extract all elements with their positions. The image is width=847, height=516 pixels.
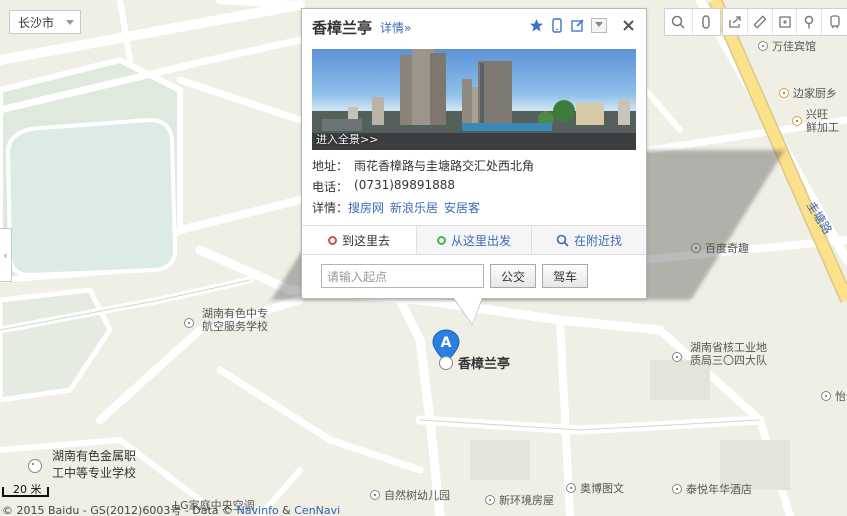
water-green-area xyxy=(5,117,178,278)
drive-button[interactable]: 驾车 xyxy=(542,264,588,288)
ruler-icon xyxy=(753,15,767,29)
panorama-thumbnail[interactable]: 进入全景>> xyxy=(312,49,636,150)
building-icon xyxy=(439,355,453,370)
traffic-light-icon xyxy=(702,15,710,29)
subway-icon xyxy=(830,15,840,29)
marker-place-label[interactable]: 香樟兰亭 xyxy=(439,353,510,372)
popup-header: 香樟兰亭 详情» xyxy=(312,15,636,39)
chevron-left-icon: ‹ xyxy=(3,248,8,262)
poi-kindergarten[interactable]: 自然树幼儿园 xyxy=(370,487,450,503)
scale-label: 20 米 xyxy=(13,483,42,496)
house-icon xyxy=(485,495,495,505)
crop-icon xyxy=(778,16,791,28)
hotel-icon xyxy=(672,484,682,494)
marker-letter: A xyxy=(441,335,452,351)
poi-icon xyxy=(758,41,768,51)
poi-bianjia-kitchen[interactable]: 边家厨乡 xyxy=(779,85,837,101)
red-circle-icon xyxy=(327,235,337,245)
address-row: 地址： 雨花香樟路与圭塘路交汇处西北角 xyxy=(312,159,535,173)
search-icon xyxy=(556,234,569,247)
cennavi-link[interactable]: CenNavi xyxy=(294,504,340,516)
bus-button[interactable]: 公交 xyxy=(490,264,536,288)
poi-nonferrous-school[interactable]: 湖南有色金属职 工中等专业学校 xyxy=(28,448,136,482)
detail-source-link[interactable]: 安居客 xyxy=(444,199,480,216)
screenshot-tool[interactable] xyxy=(773,9,798,35)
chevron-down-icon xyxy=(66,20,74,25)
copyright-notice: © 2015 Baidu - GS(2012)6003号 - Data © Na… xyxy=(2,504,341,516)
poi-aviation-school[interactable]: 湖南有色中专 航空服务学校 xyxy=(184,307,268,333)
tab-go-here[interactable]: 到这里去 xyxy=(302,226,417,254)
popup-actions xyxy=(528,17,636,33)
dropdown-chevron-icon[interactable] xyxy=(591,17,607,33)
tab-search-nearby[interactable]: 在附近找 xyxy=(532,226,646,254)
poi-xinhuanjing[interactable]: 新环境房屋 xyxy=(485,492,554,508)
details-row: 详情： 搜房网 新浪乐居 安居客 xyxy=(312,199,481,216)
marker-tool[interactable] xyxy=(797,9,823,35)
map-toolbar-right xyxy=(722,8,847,36)
navinfo-link[interactable]: Navinfo xyxy=(237,504,279,516)
edit-icon[interactable] xyxy=(570,17,586,33)
poi-xingwang[interactable]: 兴旺 鲜加工 xyxy=(792,108,839,134)
poi-wanjia-hotel[interactable]: 万佳宾馆 xyxy=(758,38,816,54)
poi-nuclear-geology-team[interactable]: 湖南省核工业地 质局三〇四大队 xyxy=(672,341,767,367)
enter-panorama-link[interactable]: 进入全景>> xyxy=(316,131,378,147)
send-to-phone-icon[interactable] xyxy=(549,17,565,33)
place-title: 香樟兰亭 xyxy=(312,18,373,37)
detail-source-link[interactable]: 搜房网 xyxy=(348,199,384,216)
restaurant-icon xyxy=(792,116,802,126)
pin-icon xyxy=(805,15,814,29)
ranging-tool[interactable] xyxy=(665,9,693,35)
poi-aobo[interactable]: 奥博图文 xyxy=(566,480,624,496)
place-info-window: 香樟兰亭 详情» 进入全景>> 地址： 雨花香樟路与圭塘路交汇处西北角 电话： … xyxy=(301,8,647,299)
measure-tool[interactable] xyxy=(748,9,773,35)
traffic-tool[interactable] xyxy=(693,9,720,35)
green-circle-icon xyxy=(436,235,446,245)
poi-partial-right[interactable]: 怡 xyxy=(821,388,846,404)
favorite-star-icon[interactable] xyxy=(528,17,544,33)
poi-taiyue-hotel[interactable]: 泰悦年华酒店 xyxy=(672,481,752,497)
phone-row: 电话： (0731)89891888 xyxy=(312,178,455,194)
school-icon xyxy=(184,318,194,328)
school-icon xyxy=(28,459,42,473)
route-tabs: 到这里去 从这里出发 在附近找 xyxy=(302,225,646,255)
poi-icon xyxy=(370,490,380,500)
tab-start-here[interactable]: 从这里出发 xyxy=(417,226,532,254)
search-circle-icon xyxy=(672,15,685,29)
start-point-input[interactable]: 请输入起点 xyxy=(321,264,484,288)
share-tool[interactable] xyxy=(723,9,748,35)
map-toolbar-left xyxy=(664,8,721,36)
scale-bar: 20 米 xyxy=(2,481,50,502)
restaurant-icon xyxy=(779,88,789,98)
poi-icon xyxy=(821,391,831,401)
popup-tail xyxy=(454,298,482,324)
detail-source-link[interactable]: 新浪乐居 xyxy=(390,199,438,216)
close-icon[interactable] xyxy=(620,17,636,33)
route-form: 请输入起点 公交 驾车 xyxy=(321,264,588,288)
poi-icon xyxy=(672,352,682,362)
poi-icon xyxy=(566,483,576,493)
sidebar-toggle[interactable]: ‹ xyxy=(0,228,12,282)
subway-tool[interactable] xyxy=(822,9,847,35)
detail-link[interactable]: 详情» xyxy=(380,19,411,36)
phone-value: (0731)89891888 xyxy=(354,178,455,192)
address-value: 雨花香樟路与圭塘路交汇处西北角 xyxy=(354,159,535,173)
share-icon xyxy=(729,16,741,28)
city-selector[interactable]: 长沙市 xyxy=(9,10,81,34)
